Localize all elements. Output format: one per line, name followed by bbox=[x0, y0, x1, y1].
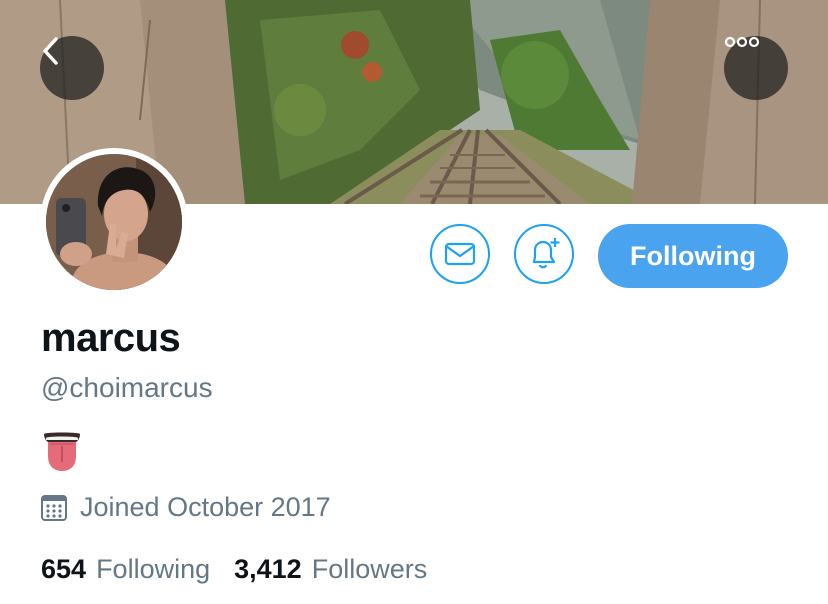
message-button[interactable] bbox=[430, 224, 490, 284]
following-count: 654 bbox=[41, 554, 87, 584]
bell-plus-icon bbox=[532, 238, 560, 269]
tongue-emoji bbox=[42, 432, 82, 477]
username-handle: @choimarcus bbox=[41, 372, 213, 403]
avatar-image bbox=[46, 154, 182, 290]
more-options-button[interactable] bbox=[724, 36, 788, 100]
joined-text: Joined October 2017 bbox=[80, 492, 331, 522]
display-name: marcus bbox=[41, 316, 181, 360]
followers-stat[interactable]: 3,412 Followers bbox=[234, 554, 427, 585]
chevron-left-icon bbox=[43, 37, 58, 65]
mail-icon bbox=[444, 242, 476, 266]
notifications-button[interactable] bbox=[514, 224, 574, 284]
following-label: Following bbox=[96, 554, 211, 584]
back-button[interactable] bbox=[40, 36, 104, 100]
following-stat[interactable]: 654 Following bbox=[41, 554, 210, 585]
profile-stats: 654 Following 3,412 Followers bbox=[41, 554, 451, 585]
followers-label: Followers bbox=[311, 554, 428, 584]
calendar-icon bbox=[40, 494, 68, 522]
joined-date: Joined October 2017 bbox=[40, 492, 331, 523]
followers-count: 3,412 bbox=[234, 554, 302, 584]
avatar[interactable] bbox=[40, 148, 188, 296]
following-button[interactable]: Following bbox=[598, 224, 788, 288]
more-dots-icon bbox=[724, 36, 760, 48]
